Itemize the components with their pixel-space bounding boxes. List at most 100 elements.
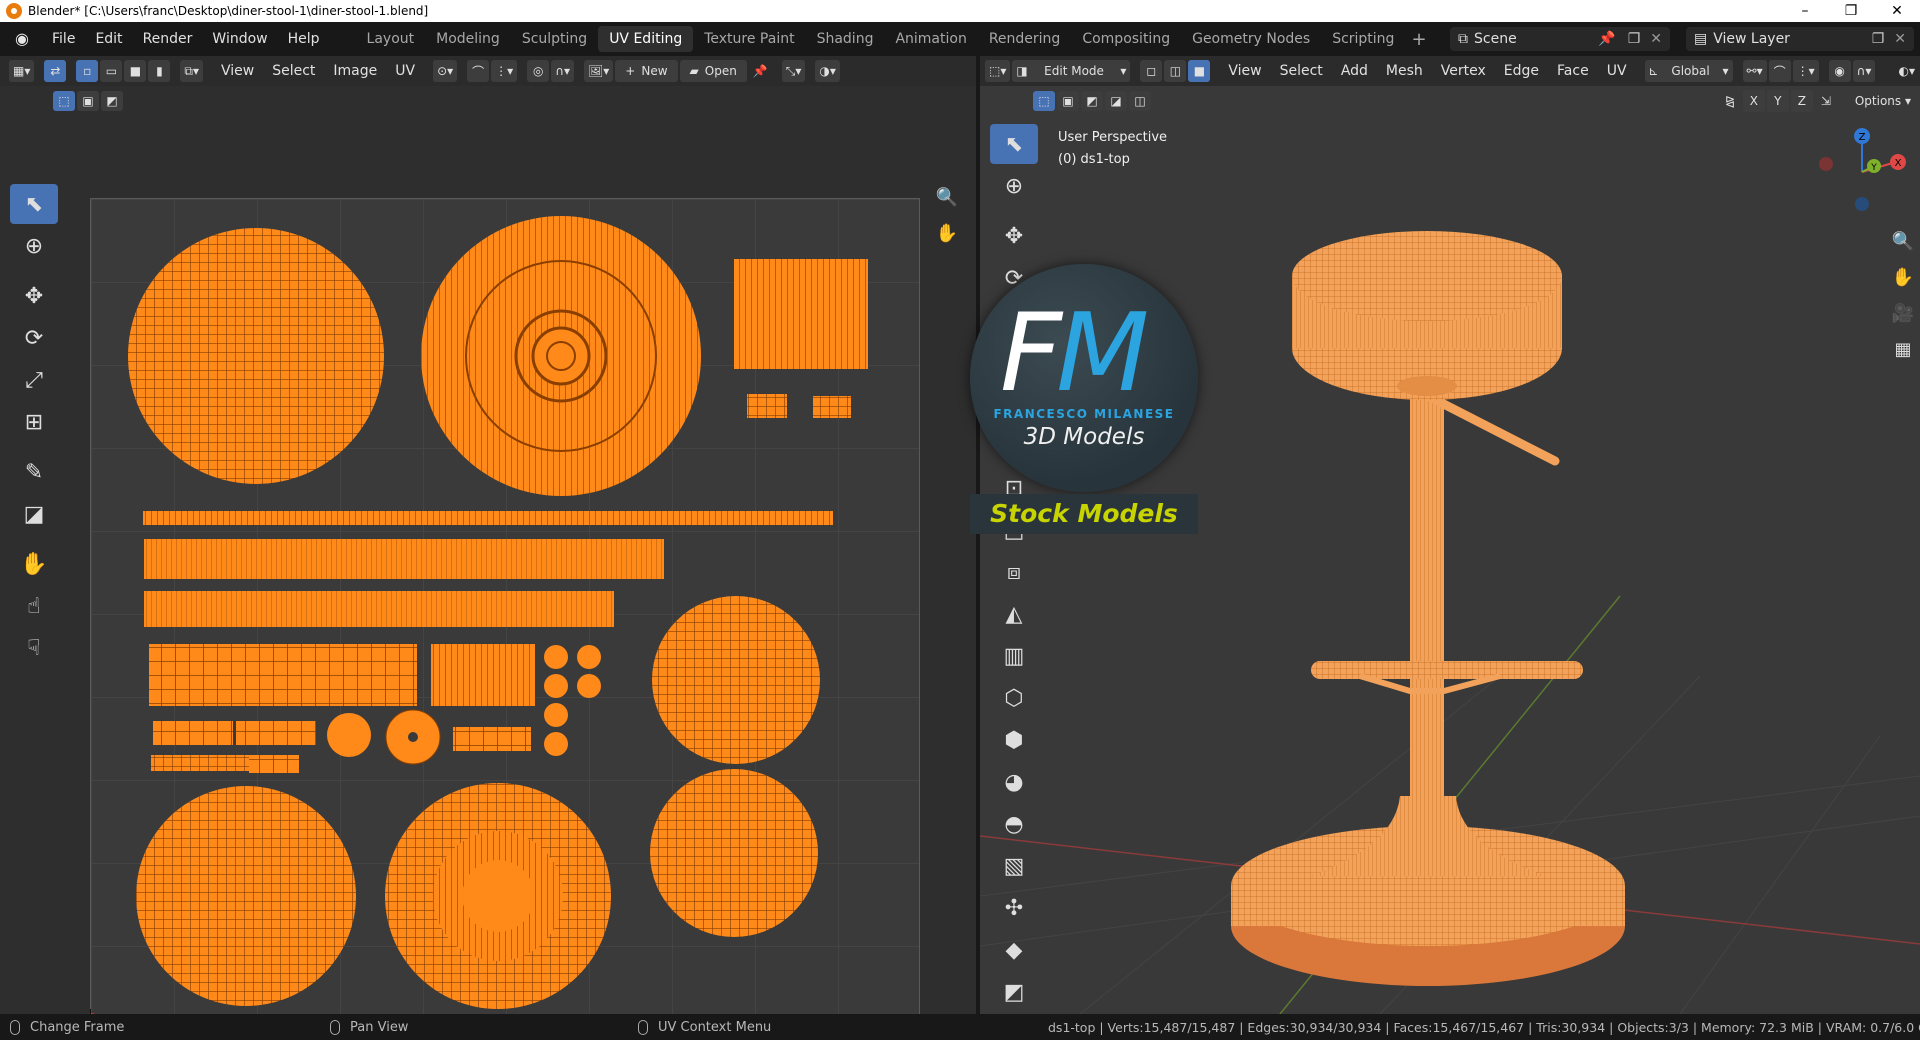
shear-tool-icon[interactable]: ◆ [990, 930, 1038, 970]
zoom-icon[interactable]: 🔍 [932, 182, 962, 212]
add-workspace-icon[interactable]: + [1405, 29, 1432, 50]
workspace-tab-scripting[interactable]: Scripting [1321, 26, 1405, 52]
rip-region-tool-icon[interactable]: ◩ [990, 972, 1038, 1012]
workspace-tab-layout[interactable]: Layout [356, 26, 426, 52]
pinch-tool-icon[interactable]: ☟ [10, 628, 58, 668]
view-layer-selector[interactable]: ▤ View Layer ❐ ✕ [1686, 27, 1914, 51]
pan-hand-icon[interactable]: ✋ [932, 218, 962, 248]
viewport-menu-vertex[interactable]: Vertex [1432, 63, 1495, 79]
scale-tool-icon[interactable]: ⤢ [10, 360, 58, 400]
workspace-tab-shading[interactable]: Shading [806, 26, 885, 52]
cursor-tool-icon[interactable]: ⊕ [990, 166, 1038, 206]
select-box-tool-icon[interactable]: ⬉ [990, 124, 1038, 164]
vertex-select-mode-icon[interactable]: ◻ [1140, 60, 1163, 82]
uv-editor[interactable]: ▦▾ ⇄ ▫ ▭ ■ ▮ ⧉▾ View Select Image UV ⊙▾ … [0, 56, 976, 1014]
uv-stretch-icon[interactable]: ⤡▾ [781, 60, 806, 82]
mirror-icon[interactable]: ⧎ [1719, 90, 1741, 112]
uv-island-select-icon[interactable]: ▮ [148, 60, 171, 82]
face-select-mode-icon[interactable]: ■ [1188, 60, 1211, 82]
relax-tool-icon[interactable]: ☝ [10, 586, 58, 626]
workspace-tab-sculpting[interactable]: Sculpting [511, 26, 598, 52]
menu-edit[interactable]: Edit [85, 22, 132, 56]
menu-render[interactable]: Render [133, 22, 203, 56]
cursor-tool-icon[interactable]: ⊕ [10, 226, 58, 266]
minimize-button[interactable]: – [1782, 0, 1828, 22]
maximize-button[interactable]: ❐ [1828, 0, 1874, 22]
workspace-tab-modeling[interactable]: Modeling [425, 26, 511, 52]
options-dropdown[interactable]: Options ▾ [1847, 90, 1919, 112]
move-tool-icon[interactable]: ✥ [990, 216, 1038, 256]
pan-hand-icon[interactable]: ✋ [1888, 262, 1918, 292]
editor-type-icon[interactable]: ⬚▾ [985, 60, 1011, 82]
workspace-tab-animation[interactable]: Animation [884, 26, 977, 52]
select-mode-extend-icon[interactable]: ▣ [77, 91, 99, 111]
select-mode-extend-icon[interactable]: ▣ [1057, 91, 1079, 111]
loop-cut-tool-icon[interactable]: ▥ [990, 636, 1038, 676]
uv-canvas[interactable]: ⬉ ⊕ ✥ ⟳ ⤢ ⊞ ✎ ◪ ✋ ☝ ☟ 🔍 ✋ [0, 116, 976, 1014]
select-mode-intersect-icon[interactable]: ◫ [1129, 91, 1151, 111]
viewport-menu-view[interactable]: View [1219, 63, 1270, 79]
snap-icon[interactable]: ⌒ [1768, 60, 1791, 82]
spin-tool-icon[interactable]: ◕ [990, 762, 1038, 802]
delete-view-layer-icon[interactable]: ✕ [1894, 31, 1906, 47]
uv-menu-image[interactable]: Image [324, 63, 386, 79]
annotate-tool-icon[interactable]: ✎ [10, 452, 58, 492]
select-mode-subtract-icon[interactable]: ◩ [1081, 91, 1103, 111]
open-image-button[interactable]: ▰ Open [679, 60, 747, 82]
move-tool-icon[interactable]: ✥ [10, 276, 58, 316]
uv-vertex-select-icon[interactable]: ▫ [76, 60, 99, 82]
select-mode-new-icon[interactable]: ⬚ [1033, 91, 1055, 111]
blender-menu-icon[interactable]: ◉ [12, 29, 32, 49]
bevel-tool-icon[interactable]: ◭ [990, 594, 1038, 634]
uv-face-select-icon[interactable]: ■ [124, 60, 147, 82]
pin-icon[interactable]: 📌 [1598, 31, 1615, 47]
navigation-gizmo[interactable]: Z X Y [1812, 122, 1912, 222]
smooth-tool-icon[interactable]: ◓ [990, 804, 1038, 844]
select-mode-new-icon[interactable]: ⬚ [53, 91, 75, 111]
select-box-tool-icon[interactable]: ⬉ [10, 184, 58, 224]
transform-orientation-selector[interactable]: ⊾ Global ▾ [1644, 60, 1733, 82]
pin-image-icon[interactable]: 📌 [749, 60, 772, 82]
knife-tool-icon[interactable]: ⬡ [990, 678, 1038, 718]
sticky-select-mode-icon[interactable]: ⧉▾ [180, 60, 203, 82]
uv-menu-select[interactable]: Select [263, 63, 324, 79]
viewport-visibility-icon[interactable]: ◐▾ [1895, 60, 1920, 82]
snap-target-icon[interactable]: ⋮▾ [491, 60, 518, 82]
3d-viewport[interactable]: ⬚▾ ◨ Edit Mode ▾ ◻ ◫ ■ View Select Add M… [980, 56, 1920, 1014]
close-button[interactable]: ✕ [1874, 0, 1920, 22]
transform-tool-icon[interactable]: ⊞ [10, 402, 58, 442]
camera-icon[interactable]: 🎥 [1888, 298, 1918, 328]
mode-selector[interactable]: ◨ Edit Mode ▾ [1012, 60, 1131, 82]
uv-menu-uv[interactable]: UV [386, 63, 424, 79]
workspace-tab-geometry-nodes[interactable]: Geometry Nodes [1181, 26, 1321, 52]
zoom-icon[interactable]: 🔍 [1888, 226, 1918, 256]
edge-slide-tool-icon[interactable]: ▧ [990, 846, 1038, 886]
viewport-menu-face[interactable]: Face [1548, 63, 1598, 79]
viewport-menu-select[interactable]: Select [1271, 63, 1332, 79]
menu-window[interactable]: Window [202, 22, 277, 56]
viewport-menu-edge[interactable]: Edge [1495, 63, 1548, 79]
uv-edge-select-icon[interactable]: ▭ [100, 60, 123, 82]
grab-tool-icon[interactable]: ✋ [10, 544, 58, 584]
pivot-icon[interactable]: ⚯▾ [1742, 60, 1767, 82]
inset-tool-icon[interactable]: ⧈ [990, 552, 1038, 592]
gizmo-neg-x-axis[interactable] [1819, 157, 1833, 171]
perspective-toggle-icon[interactable]: ▦ [1888, 334, 1918, 364]
poly-build-tool-icon[interactable]: ⬢ [990, 720, 1038, 760]
proportional-editing-icon[interactable]: ◉ [1828, 60, 1851, 82]
mirror-z-toggle[interactable]: Z [1790, 90, 1813, 112]
workspace-tab-rendering[interactable]: Rendering [978, 26, 1072, 52]
uv-sync-selection-icon[interactable]: ⇄ [44, 60, 67, 82]
select-mode-subtract-icon[interactable]: ◩ [101, 91, 123, 111]
workspace-tab-compositing[interactable]: Compositing [1071, 26, 1181, 52]
mirror-x-toggle[interactable]: X [1742, 90, 1765, 112]
editor-type-icon[interactable]: ▦▾ [9, 60, 35, 82]
mirror-y-toggle[interactable]: Y [1766, 90, 1789, 112]
viewport-menu-uv[interactable]: UV [1598, 63, 1636, 79]
snap-icon[interactable]: ⌒ [467, 60, 490, 82]
edge-select-mode-icon[interactable]: ◫ [1164, 60, 1187, 82]
new-scene-icon[interactable]: ❐ [1628, 31, 1641, 47]
rip-tool-icon[interactable]: ◪ [10, 494, 58, 534]
image-browse-icon[interactable]: 🖼▾ [584, 60, 614, 82]
falloff-icon[interactable]: ∩▾ [551, 60, 575, 82]
